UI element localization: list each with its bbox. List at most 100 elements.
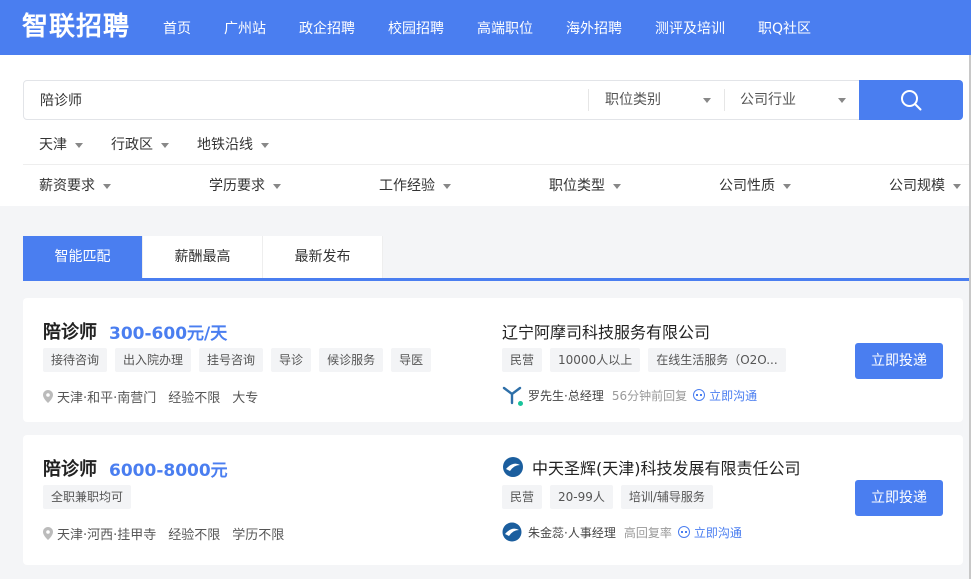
filter-metro[interactable]: 地铁沿线 [197,134,269,154]
filter-education[interactable]: 学历要求 [209,175,281,195]
location-filters: 天津 行政区 地铁沿线 [39,134,297,154]
caret-down-icon [75,142,83,148]
recruiter-name: 罗先生·总经理 [528,388,604,403]
nav-campus[interactable]: 校园招聘 [388,18,444,38]
filter-job-type[interactable]: 职位类型 [549,175,621,195]
recruiter-info: 罗先生·总经理 56分钟前回复 立即沟通 [502,385,757,407]
job-location: 天津·河西·挂甲寺 [57,528,157,543]
job-tag: 导诊 [271,348,312,372]
job-tag: 接待咨询 [43,348,108,372]
search-button[interactable] [859,80,963,120]
filter-experience-label: 工作经验 [379,178,435,194]
recruiter-avatar-icon [502,522,522,542]
job-category-select[interactable]: 职位类别 [605,81,712,119]
nav-community[interactable]: 职Q社区 [758,18,811,38]
nav-high-end[interactable]: 高端职位 [477,18,533,38]
job-education: 大专 [232,391,259,406]
company-name[interactable]: 辽宁阿摩司科技服务有限公司 [502,319,710,343]
sort-tabs: 智能匹配 薪酬最高 最新发布 [23,236,971,281]
apply-button[interactable]: 立即投递 [855,480,943,516]
job-location: 天津·和平·南营门 [57,391,157,406]
job-tags: 全职兼职均可 [43,485,139,509]
recruiter-name: 朱金蕊·人事经理 [528,525,616,540]
chat-icon [677,526,690,538]
job-meta: 天津·和平·南营门 经验不限 大专 [43,387,270,406]
job-tag: 出入院办理 [115,348,192,372]
filter-city-label: 天津 [39,137,67,153]
chat-label: 立即沟通 [693,525,742,540]
filter-company-size[interactable]: 公司规模 [889,175,961,195]
job-education: 学历不限 [232,528,285,543]
industry-label: 公司行业 [740,92,796,108]
company-tag: 培训/辅导服务 [620,485,713,509]
location-pin-icon [43,527,53,540]
caret-down-icon [273,183,281,189]
caret-down-icon [783,183,791,189]
site-logo[interactable]: 智联招聘 [22,8,130,46]
company-row[interactable]: 中天圣辉(天津)科技发展有限责任公司 [502,455,801,479]
filter-company-size-label: 公司规模 [889,178,945,194]
search-icon [901,90,922,111]
company-tag: 民营 [502,348,543,372]
company-tag: 在线生活服务（O2O... [648,348,786,372]
filter-city[interactable]: 天津 [39,134,83,154]
tab-smart-match[interactable]: 智能匹配 [23,236,143,278]
filter-job-type-label: 职位类型 [549,178,605,194]
job-card[interactable]: 陪诊师 6000-8000元 全职兼职均可 天津·河西·挂甲寺 经验不限 学历不… [23,435,963,565]
filter-district[interactable]: 行政区 [111,134,169,154]
job-salary: 300-600元/天 [109,324,228,344]
job-tag: 全职兼职均可 [43,485,132,509]
recruiter-avatar-icon [502,385,524,407]
divider [23,164,971,165]
nav-home[interactable]: 首页 [163,18,191,38]
filter-experience[interactable]: 工作经验 [379,175,451,195]
job-experience: 经验不限 [168,528,221,543]
job-tag: 挂号咨询 [199,348,264,372]
job-meta: 天津·河西·挂甲寺 经验不限 学历不限 [43,524,296,543]
reply-status: 56分钟前回复 [611,388,688,403]
chat-link[interactable]: 立即沟通 [693,387,757,404]
caret-down-icon [103,183,111,189]
company-tags: 民营 10000人以上 在线生活服务（O2O... [502,348,794,372]
caret-down-icon [613,183,621,189]
filter-district-label: 行政区 [111,137,153,153]
company-tag: 20-99人 [550,485,613,509]
caret-down-icon [443,183,451,189]
job-tags: 接待咨询 出入院办理 挂号咨询 导诊 候诊服务 导医 [43,348,439,372]
nav-gov-enterprise[interactable]: 政企招聘 [299,18,355,38]
tab-latest[interactable]: 最新发布 [263,236,383,278]
reply-status: 高回复率 [623,525,672,540]
recruiter-info: 朱金蕊·人事经理 高回复率 立即沟通 [502,522,742,542]
industry-select[interactable]: 公司行业 [740,81,847,119]
caret-down-icon [261,142,269,148]
job-tag: 导医 [391,348,432,372]
company-tags: 民营 20-99人 培训/辅导服务 [502,485,721,509]
filter-salary-label: 薪资要求 [39,178,95,194]
apply-button[interactable]: 立即投递 [855,343,943,379]
caret-down-icon [703,97,712,103]
chat-icon [693,389,706,401]
company-tag: 民营 [502,485,543,509]
nav-assessment[interactable]: 测评及培训 [655,18,725,38]
company-tag: 10000人以上 [550,348,641,372]
divider [588,89,589,111]
job-card[interactable]: 陪诊师 300-600元/天 接待咨询 出入院办理 挂号咨询 导诊 候诊服务 导… [23,298,963,422]
nav-guangzhou[interactable]: 广州站 [224,18,266,38]
filter-salary[interactable]: 薪资要求 [39,175,111,195]
chat-link[interactable]: 立即沟通 [677,524,742,541]
filter-education-label: 学历要求 [209,178,265,194]
caret-down-icon [838,97,847,103]
job-title[interactable]: 陪诊师 [43,318,97,344]
filter-company-nature[interactable]: 公司性质 [719,175,791,195]
company-name: 中天圣辉(天津)科技发展有限责任公司 [532,459,801,478]
nav-overseas[interactable]: 海外招聘 [566,18,622,38]
caret-down-icon [161,142,169,148]
caret-down-icon [953,183,961,189]
job-category-label: 职位类别 [605,92,661,108]
job-experience: 经验不限 [168,391,221,406]
chat-label: 立即沟通 [709,388,758,403]
job-title[interactable]: 陪诊师 [43,455,97,481]
filter-metro-label: 地铁沿线 [197,137,253,153]
search-input[interactable] [40,81,580,119]
tab-highest-salary[interactable]: 薪酬最高 [143,236,263,278]
